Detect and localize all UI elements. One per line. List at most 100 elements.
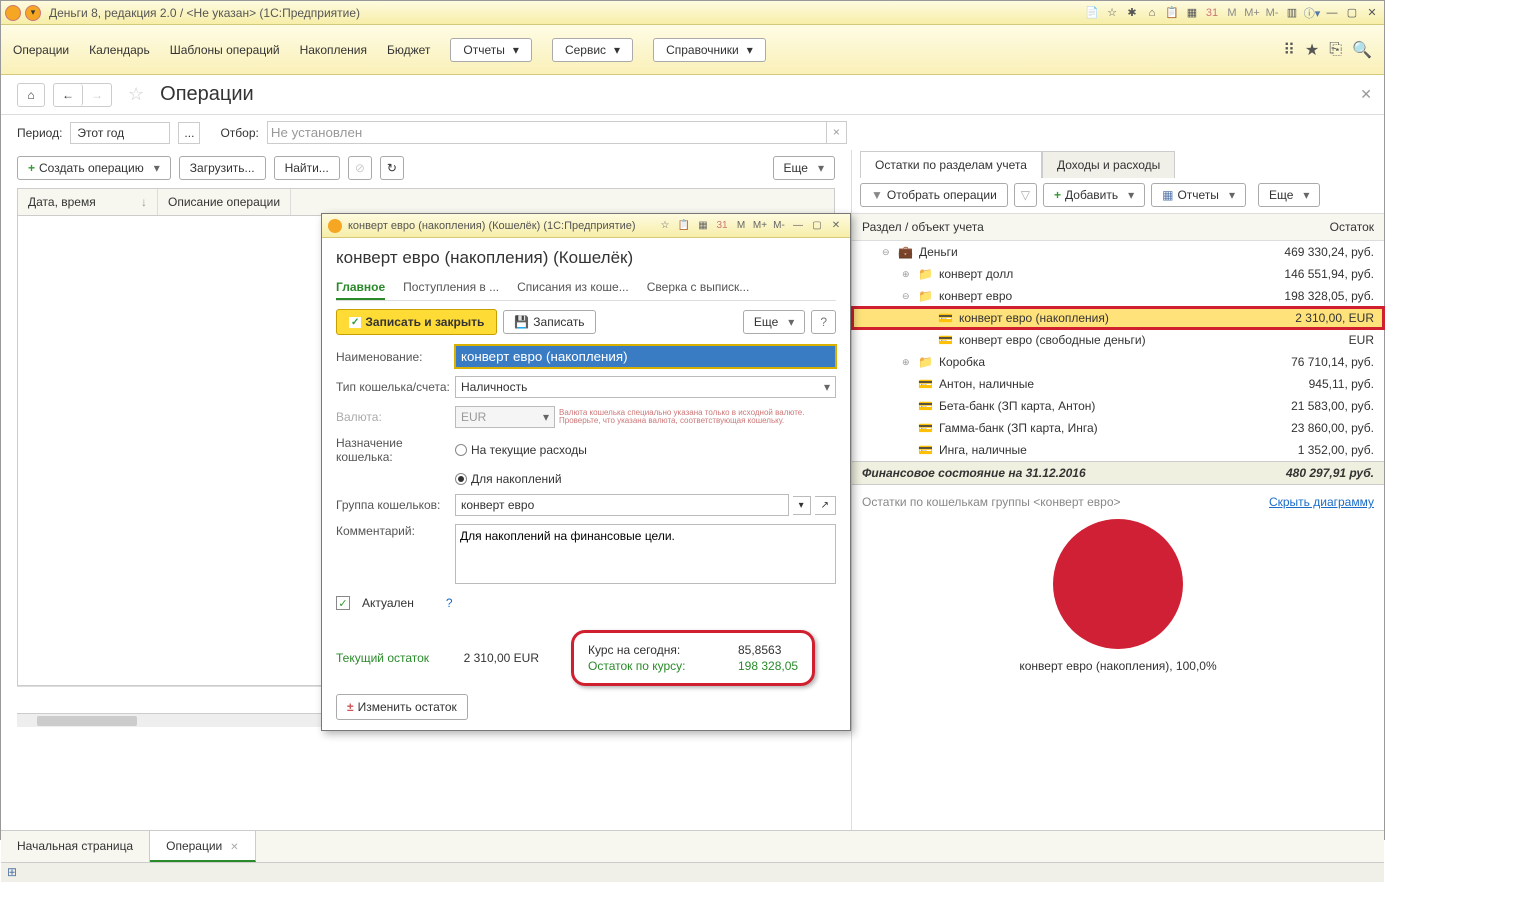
m-icon[interactable]: M (1224, 5, 1240, 21)
tool-icon[interactable]: 📄 (1084, 5, 1100, 21)
col-datetime[interactable]: Дата, время↓ (18, 189, 158, 215)
tree-row[interactable]: ⊕📁Коробка76 710,14, руб. (852, 351, 1384, 373)
tab-income-expense[interactable]: Доходы и расходы (1042, 151, 1175, 178)
tab-income[interactable]: Поступления в ... (403, 276, 499, 300)
period-field[interactable]: Этот год (70, 122, 170, 144)
comment-textarea[interactable]: Для накоплений на финансовые цели. (455, 524, 836, 584)
tab-outcome[interactable]: Списания из коше... (517, 276, 629, 300)
tree-row[interactable]: ⊖📁конверт евро198 328,05, руб. (852, 285, 1384, 307)
dialog-m-icon[interactable]: M (733, 220, 749, 231)
favorite-icon[interactable]: ☆ (128, 84, 144, 105)
close-icon[interactable]: ✕ (1364, 5, 1380, 21)
cancel-search-icon[interactable]: ⊘ (348, 156, 372, 180)
load-button[interactable]: Загрузить... (179, 156, 266, 180)
balance-tree[interactable]: ⊖💼Деньги469 330,24, руб.⊕📁конверт долл14… (852, 241, 1384, 461)
refresh-icon[interactable]: ↻ (380, 156, 404, 180)
otbor-field[interactable]: × (267, 121, 847, 144)
add-button[interactable]: Добавить▾ (1043, 183, 1145, 207)
tree-col-balance[interactable]: Остаток (1244, 220, 1374, 234)
save-button[interactable]: 💾Записать (503, 310, 595, 334)
otbor-input[interactable] (267, 121, 827, 144)
m-minus-icon[interactable]: M- (1264, 5, 1280, 21)
dialog-tool-icon[interactable]: ☆ (657, 220, 673, 231)
star-icon[interactable]: ★ (1305, 40, 1319, 60)
history-icon[interactable]: ⎘ (1329, 41, 1342, 59)
back-button[interactable]: ← (54, 84, 83, 106)
tree-row[interactable]: ⊖💼Деньги469 330,24, руб. (852, 241, 1384, 263)
dialog-tool-icon[interactable]: 📋 (676, 220, 692, 231)
tab-home-page[interactable]: Начальная страница (1, 831, 150, 862)
dialog-mminus-icon[interactable]: M- (771, 220, 787, 231)
maximize-icon[interactable]: ▢ (1344, 5, 1360, 21)
tool-icon[interactable]: 📋 (1164, 5, 1180, 21)
radio-expenses[interactable]: На текущие расходы (455, 443, 587, 457)
info-icon[interactable]: ⓘ▾ (1304, 5, 1320, 21)
dialog-minimize-icon[interactable]: — (790, 220, 806, 231)
tab-reconcile[interactable]: Сверка с выписк... (647, 276, 750, 300)
type-select[interactable]: Наличность▾ (455, 376, 836, 398)
filter-icon[interactable]: ▽ (1014, 183, 1037, 207)
tree-row[interactable]: 💳Инга, наличные1 352,00, руб. (852, 439, 1384, 461)
refs-dropdown[interactable]: Справочники▾ (653, 38, 766, 62)
dialog-maximize-icon[interactable]: ▢ (809, 220, 825, 231)
apps-icon[interactable]: ⠿ (1283, 40, 1295, 60)
dropdown-icon[interactable]: ▾ (25, 5, 41, 21)
radio-savings[interactable]: Для накоплений (455, 472, 562, 486)
save-close-button[interactable]: Записать и закрыть (336, 309, 497, 335)
group-field[interactable]: конверт евро (455, 494, 789, 516)
close-tab-icon[interactable]: ✕ (230, 842, 238, 853)
clear-otbor-icon[interactable]: × (827, 121, 847, 144)
tree-col-section[interactable]: Раздел / объект учета (862, 220, 1244, 234)
menu-calendar[interactable]: Календарь (89, 43, 150, 57)
m-plus-icon[interactable]: M+ (1244, 5, 1260, 21)
search-icon[interactable]: 🔍 (1352, 40, 1372, 60)
tree-row[interactable]: 💳Гамма-банк (ЗП карта, Инга)23 860,00, р… (852, 417, 1384, 439)
dialog-more-button[interactable]: Еще▾ (743, 310, 805, 334)
tool-icon[interactable]: ⌂ (1144, 5, 1160, 21)
dialog-mplus-icon[interactable]: M+ (752, 220, 768, 231)
dialog-close-icon[interactable]: ✕ (828, 220, 844, 231)
group-dd-icon[interactable]: ▾ (793, 496, 811, 515)
tree-row[interactable]: 💳Антон, наличные945,11, руб. (852, 373, 1384, 395)
filter-ops-button[interactable]: ▼Отобрать операции (860, 183, 1008, 207)
calc-icon[interactable]: ▦ (1184, 5, 1200, 21)
minimize-icon[interactable]: — (1324, 5, 1340, 21)
tree-row[interactable]: 💳Бета-банк (ЗП карта, Антон)21 583,00, р… (852, 395, 1384, 417)
more-button[interactable]: Еще▾ (773, 156, 835, 180)
name-input[interactable] (455, 345, 836, 368)
dialog-calc-icon[interactable]: ▦ (695, 220, 711, 231)
right-more-button[interactable]: Еще▾ (1258, 183, 1320, 207)
tab-operations[interactable]: Операции✕ (150, 831, 256, 862)
menu-savings[interactable]: Накопления (300, 43, 367, 57)
change-balance-button[interactable]: Изменить остаток (336, 694, 468, 720)
close-page-icon[interactable]: ✕ (1360, 86, 1372, 103)
group-open-icon[interactable]: ↗ (815, 496, 836, 515)
tab-main[interactable]: Главное (336, 276, 385, 300)
actual-checkbox[interactable]: ✓ (336, 596, 350, 610)
reports-dropdown[interactable]: Отчеты▾ (450, 38, 532, 62)
menu-budget[interactable]: Бюджет (387, 43, 430, 57)
home-button[interactable]: ⌂ (17, 83, 45, 107)
tree-row[interactable]: ⊕📁конверт долл146 551,94, руб. (852, 263, 1384, 285)
col-description[interactable]: Описание операции (158, 189, 291, 215)
create-operation-button[interactable]: Создать операцию▾ (17, 156, 171, 180)
status-icon[interactable]: ⊞ (7, 865, 17, 879)
find-button[interactable]: Найти... (274, 156, 340, 180)
help-button[interactable]: ? (811, 310, 836, 334)
menu-operations[interactable]: Операции (13, 43, 69, 57)
reports-button[interactable]: ▦Отчеты▾ (1151, 183, 1246, 207)
period-select-button[interactable]: ... (178, 122, 200, 144)
menu-templates[interactable]: Шаблоны операций (170, 43, 280, 57)
actual-help-icon[interactable]: ? (438, 592, 461, 614)
forward-button[interactable]: → (83, 84, 111, 106)
service-dropdown[interactable]: Сервис▾ (552, 38, 633, 62)
calendar-icon[interactable]: 31 (1204, 5, 1220, 21)
tool-icon[interactable]: ✱ (1124, 5, 1140, 21)
tree-row[interactable]: 💳конверт евро (свободные деньги)EUR (852, 329, 1384, 351)
tab-balances[interactable]: Остатки по разделам учета (860, 151, 1042, 178)
panels-icon[interactable]: ▥ (1284, 5, 1300, 21)
tree-row[interactable]: 💳конверт евро (накопления)2 310,00, EUR (852, 307, 1384, 329)
dialog-cal-icon[interactable]: 31 (714, 220, 730, 231)
tool-icon[interactable]: ☆ (1104, 5, 1120, 21)
hide-diagram-link[interactable]: Скрыть диаграмму (1269, 495, 1374, 509)
